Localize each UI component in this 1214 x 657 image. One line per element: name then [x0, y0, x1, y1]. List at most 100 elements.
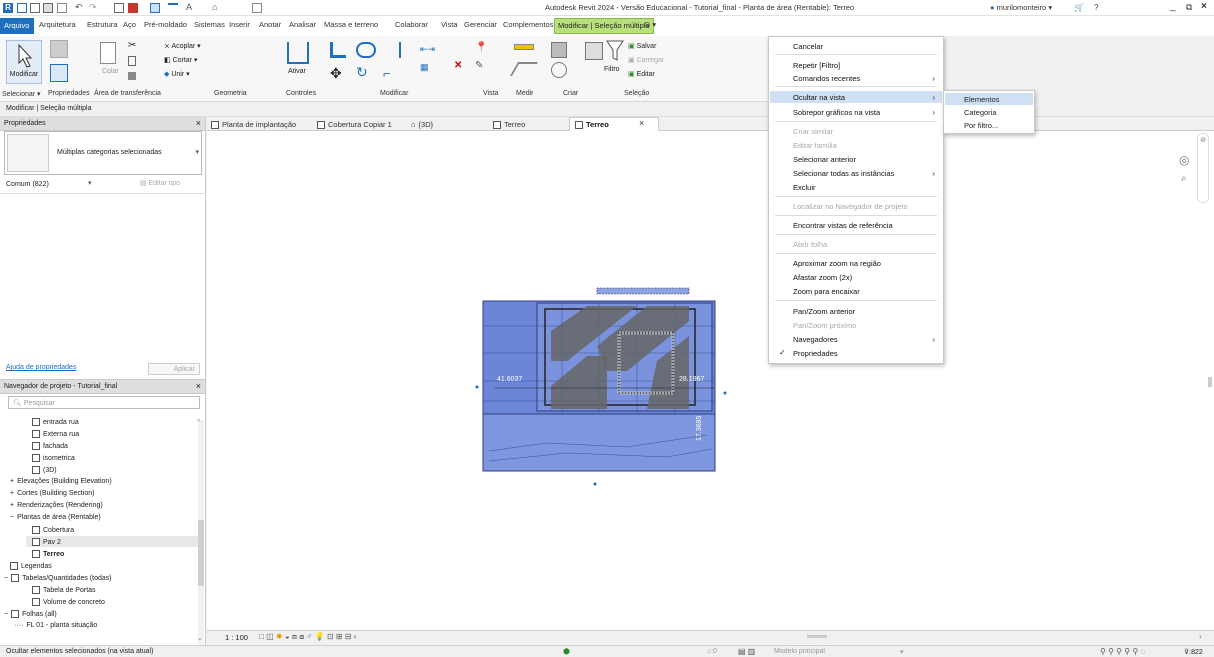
highlight-icon[interactable]: ⊟: [345, 632, 352, 641]
worksharing-icon[interactable]: ⬢: [563, 647, 570, 656]
help-icon[interactable]: ?: [1094, 3, 1098, 12]
doc-tab-close-icon[interactable]: ×: [639, 118, 644, 128]
properties-icon[interactable]: [50, 40, 68, 58]
menu-selecionar-anterior[interactable]: Selecionar anterior: [793, 155, 856, 164]
tab-aco[interactable]: Aço: [123, 20, 136, 29]
visual-style-icon[interactable]: ◫: [266, 632, 274, 641]
tree-item-renderizacoes[interactable]: + Renderizações (Rendering): [10, 502, 103, 509]
load-selection-button[interactable]: ▣ Carregar: [628, 56, 664, 64]
split-icon[interactable]: ⇤⇥: [420, 44, 435, 55]
tree-item-folhas[interactable]: − Folhas (all): [4, 610, 57, 618]
model-dropdown-icon[interactable]: ▾: [900, 648, 904, 656]
edit-selection-button[interactable]: ▣ Editar: [628, 70, 655, 78]
tab-modificar-selecao[interactable]: Modificar | Seleção múltipla: [554, 18, 654, 34]
selection-options-icons[interactable]: ⚲ ⚲ ⚲ ⚲ ⚲ ◌: [1100, 647, 1145, 656]
doc-tab-implantacao[interactable]: Planta de implantação: [211, 120, 296, 129]
tree-item-entrada-rua[interactable]: entrada rua: [32, 418, 79, 426]
floor-plan-drawing[interactable]: 41.6037 28.1967 17.3685: [207, 131, 1214, 620]
menu-comandos-recentes[interactable]: Comandos recentes: [793, 74, 860, 83]
minimize-button[interactable]: _: [1170, 1, 1176, 12]
measure-icon[interactable]: [150, 3, 160, 13]
tree-item-isometrica[interactable]: isometrica: [32, 454, 75, 462]
sync-icon[interactable]: [57, 3, 67, 13]
activate-icon[interactable]: [287, 42, 309, 64]
drawing-canvas[interactable]: 41.6037 28.1967 17.3685 ⊘ ◎ ⌕: [207, 131, 1214, 620]
steering-wheel-icon[interactable]: ◎: [1179, 153, 1189, 167]
tree-item-legendas[interactable]: Legendas: [10, 562, 52, 570]
type-selector[interactable]: Múltiplas categorias selecionadas ▾: [4, 131, 202, 175]
scroll-down-icon[interactable]: ⌄: [197, 634, 203, 642]
menu-navegadores[interactable]: Navegadores: [793, 335, 838, 344]
tab-complementos[interactable]: Complementos: [503, 20, 553, 29]
tree-item-externa-rua[interactable]: Externa rua: [32, 430, 79, 438]
menu-sobrepor-graficos[interactable]: Sobrepor gráficos na vista: [793, 108, 880, 117]
tree-item-3d[interactable]: (3D): [32, 466, 57, 474]
tree-item-elevacoes[interactable]: + Elevações (Building Elevation): [10, 478, 112, 485]
tab-sistemas[interactable]: Sistemas: [194, 20, 225, 29]
similar-icon[interactable]: [585, 42, 603, 60]
view-controls-icons[interactable]: □ ◫ ✹ ◒ ⧈ ⧇ ♂ 💡 ⊡ ⊞ ⊟ ‹: [259, 632, 356, 642]
tab-gerenciar[interactable]: Gerenciar: [464, 20, 497, 29]
detail-level-icon[interactable]: □: [259, 632, 264, 641]
home-icon[interactable]: [17, 3, 27, 13]
flag-icon[interactable]: [128, 3, 138, 13]
delete-icon[interactable]: ✕: [454, 60, 462, 71]
edit-type-button[interactable]: ▤ Editar tipo: [140, 179, 180, 187]
cortar-button[interactable]: ◧ Cortar ▾: [164, 56, 197, 64]
undo-icon[interactable]: ↶: [75, 3, 85, 13]
user-account[interactable]: ● murilomonteiro ▾: [990, 3, 1052, 12]
tree-item-cobertura[interactable]: Cobertura: [32, 526, 74, 534]
close-hidden-icon[interactable]: [252, 3, 262, 13]
create-group-icon[interactable]: [551, 62, 567, 78]
tree-item-terreo[interactable]: Terreo: [32, 550, 64, 558]
offset-icon[interactable]: [356, 42, 376, 58]
tree-item-tabelas[interactable]: − Tabelas/Quantidades (todas): [4, 574, 112, 582]
menu-repetir[interactable]: Repetir [Filtro]: [793, 61, 840, 70]
doc-tab-terreo-active[interactable]: Terreo: [575, 120, 609, 129]
pin-icon[interactable]: 📍: [475, 42, 487, 53]
tree-item-fachada[interactable]: fachada: [32, 442, 68, 450]
browser-search[interactable]: 🔍︎ Pesquisar: [8, 396, 200, 409]
zoom-tool-icon[interactable]: ⌕: [1181, 173, 1187, 184]
print-icon[interactable]: [114, 3, 124, 13]
type-properties-icon[interactable]: [50, 64, 68, 82]
horizontal-scroll-thumb[interactable]: [807, 635, 827, 638]
menu-propriedades[interactable]: Propriedades: [793, 349, 838, 358]
cart-icon[interactable]: 🛒: [1074, 3, 1084, 12]
menu-cancelar[interactable]: Cancelar: [793, 42, 823, 51]
menu-pan-zoom-anterior[interactable]: Pan/Zoom anterior: [793, 307, 855, 316]
array-icon[interactable]: ▦: [420, 62, 429, 73]
canvas-scroll-marker[interactable]: [1208, 377, 1212, 387]
tree-item-plantas-area[interactable]: − Plantas de área (Rentable): [10, 514, 101, 521]
grip-bottom-icon[interactable]: [593, 482, 597, 486]
scroll-up-icon[interactable]: ^: [197, 419, 200, 426]
tab-estrutura[interactable]: Estrutura: [87, 20, 117, 29]
dim-vertical-text[interactable]: 17.3685: [696, 416, 703, 441]
restore-button[interactable]: ⧉: [1186, 2, 1192, 13]
selection-count[interactable]: ⊽:822: [1184, 648, 1203, 656]
tab-analisar[interactable]: Analisar: [289, 20, 316, 29]
filter-label[interactable]: Filtro: [604, 66, 620, 73]
apply-button[interactable]: Aplicar: [148, 363, 200, 375]
view-scale[interactable]: 1 : 100: [225, 633, 248, 642]
revit-logo-icon[interactable]: R: [3, 3, 13, 13]
submenu-categoria[interactable]: Categoria: [964, 108, 997, 117]
rotate-icon[interactable]: ↻: [356, 64, 368, 81]
move-icon[interactable]: ✥: [330, 66, 342, 80]
shadows-icon[interactable]: ◒: [285, 632, 290, 641]
dimension-icon[interactable]: [509, 62, 539, 76]
tree-item-cortes[interactable]: + Cortes (Building Section): [10, 490, 95, 497]
modify-button[interactable]: Modificar: [6, 40, 42, 84]
browser-scroll-thumb[interactable]: [198, 520, 204, 586]
doc-tab-cobertura-copiar[interactable]: Cobertura Copiar 1: [317, 120, 392, 129]
menu-afastar-zoom[interactable]: Afastar zoom (2x): [793, 273, 852, 282]
tab-colaborar[interactable]: Colaborar: [395, 20, 428, 29]
hide-icon[interactable]: ✎: [475, 60, 483, 71]
category-filter[interactable]: Comum (822): [4, 179, 124, 192]
tree-item-volume-concreto[interactable]: Volume de concreto: [32, 598, 105, 606]
tab-arquivo[interactable]: Arquivo: [0, 18, 34, 34]
mirror-icon[interactable]: [383, 42, 401, 58]
menu-ocultar-na-vista[interactable]: Ocultar na vista: [793, 93, 845, 102]
dim-right-text[interactable]: 28.1967: [679, 376, 704, 383]
save-icon[interactable]: [43, 3, 53, 13]
